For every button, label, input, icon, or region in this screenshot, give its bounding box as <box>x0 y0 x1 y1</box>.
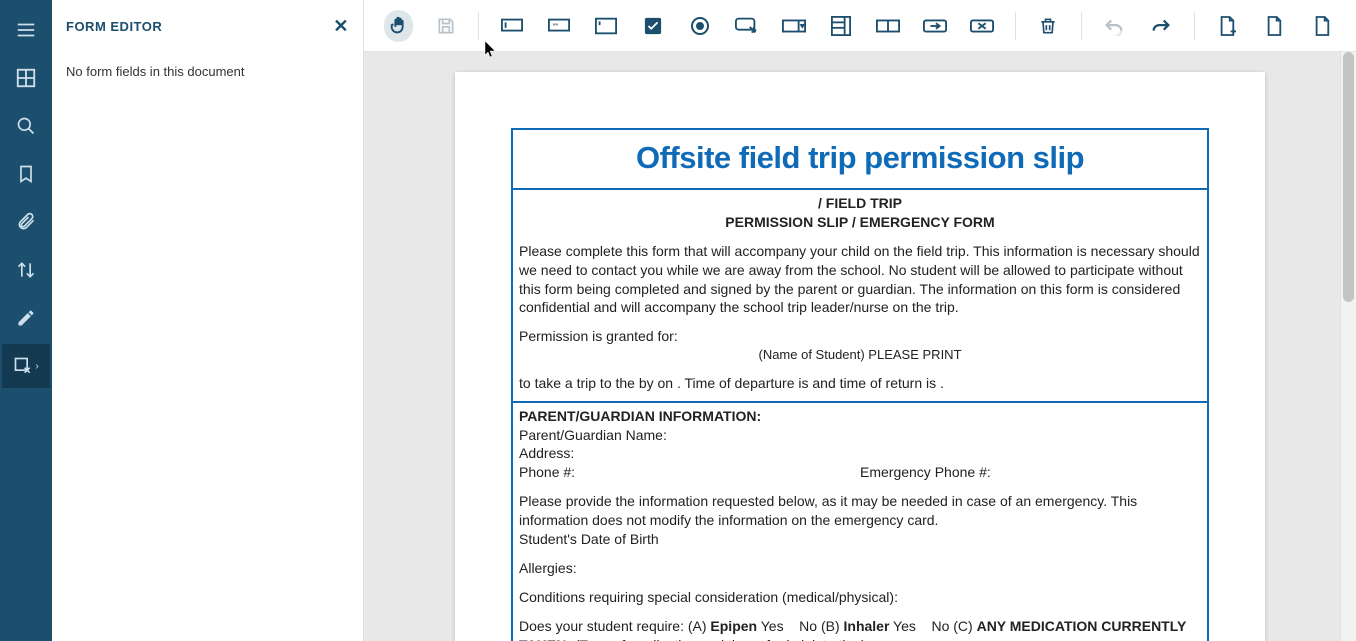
form-heading-1: / FIELD TRIP <box>519 194 1201 213</box>
require-line: Does your student require: (A) Epipen Ye… <box>519 617 1201 641</box>
chevron-right-icon: › <box>35 361 38 372</box>
document-page[interactable]: Offsite field trip permission slip / FIE… <box>455 72 1265 641</box>
password-field-button[interactable]: ** <box>544 10 573 42</box>
dropdown-button[interactable] <box>780 10 809 42</box>
form-toolbar: ** <box>364 0 1356 52</box>
add-page-button[interactable] <box>1213 10 1242 42</box>
pushbutton-button[interactable] <box>732 10 761 42</box>
panel-close-button[interactable]: ✕ <box>333 16 349 37</box>
panel-empty-message: No form fields in this document <box>66 64 244 79</box>
granted-caption: (Name of Student) PLEASE PRINT <box>519 346 1201 364</box>
bookmark-button[interactable] <box>2 152 50 196</box>
allergies-label: Allergies: <box>519 559 1201 578</box>
combo-button[interactable] <box>874 10 903 42</box>
svg-text:**: ** <box>552 20 558 29</box>
delete-page-button[interactable] <box>1307 10 1336 42</box>
pg-ephone-label: Emergency Phone #: <box>860 463 1201 482</box>
submit-button-button[interactable] <box>921 10 950 42</box>
toolbar-separator <box>1015 12 1016 40</box>
pg-phone-label: Phone #: <box>519 463 860 482</box>
toolbar-separator <box>1081 12 1082 40</box>
granted-label: Permission is granted for: <box>519 327 1201 346</box>
menu-button[interactable] <box>2 8 50 52</box>
compare-button[interactable] <box>2 248 50 292</box>
attachment-button[interactable] <box>2 200 50 244</box>
intro-paragraph: Please complete this form that will acco… <box>519 242 1201 318</box>
pan-tool-button[interactable] <box>384 10 413 42</box>
dob-label: Student's Date of Birth <box>519 530 1201 549</box>
document-title: Offsite field trip permission slip <box>513 130 1207 188</box>
form-heading-2: PERMISSION SLIP / EMERGENCY FORM <box>519 213 1201 232</box>
toolbar-separator <box>1194 12 1195 40</box>
search-button[interactable] <box>2 104 50 148</box>
form-editor-button[interactable]: › <box>2 344 50 388</box>
edit-button[interactable] <box>2 296 50 340</box>
pg-note: Please provide the information requested… <box>519 492 1201 530</box>
form-fields-panel: FORM EDITOR ✕ No form fields in this doc… <box>52 0 364 641</box>
document-canvas[interactable]: Offsite field trip permission slip / FIE… <box>364 52 1356 641</box>
conditions-label: Conditions requiring special considerati… <box>519 588 1201 607</box>
trip-line: to take a trip to the by on . Time of de… <box>519 374 1201 393</box>
pg-header: PARENT/GUARDIAN INFORMATION: <box>519 408 761 424</box>
delete-button[interactable] <box>1034 10 1063 42</box>
thumbnails-button[interactable] <box>2 56 50 100</box>
pg-addr-label: Address: <box>519 444 1201 463</box>
radio-button-button[interactable] <box>685 10 714 42</box>
scrollbar-thumb[interactable] <box>1343 52 1354 302</box>
left-rail: › <box>0 0 52 641</box>
reset-button-button[interactable] <box>968 10 997 42</box>
main-area: ** <box>364 0 1356 641</box>
vertical-scrollbar[interactable] <box>1340 52 1356 641</box>
checkbox-button[interactable] <box>638 10 667 42</box>
redo-button[interactable] <box>1147 10 1176 42</box>
undo-button[interactable] <box>1100 10 1129 42</box>
toolbar-separator <box>478 12 479 40</box>
listbox-button[interactable] <box>827 10 856 42</box>
panel-title: FORM EDITOR <box>66 19 162 34</box>
duplicate-page-button[interactable] <box>1260 10 1289 42</box>
text-field-button[interactable] <box>497 10 526 42</box>
pg-name-label: Parent/Guardian Name: <box>519 426 1201 445</box>
textarea-button[interactable] <box>591 10 620 42</box>
save-button[interactable] <box>431 10 460 42</box>
